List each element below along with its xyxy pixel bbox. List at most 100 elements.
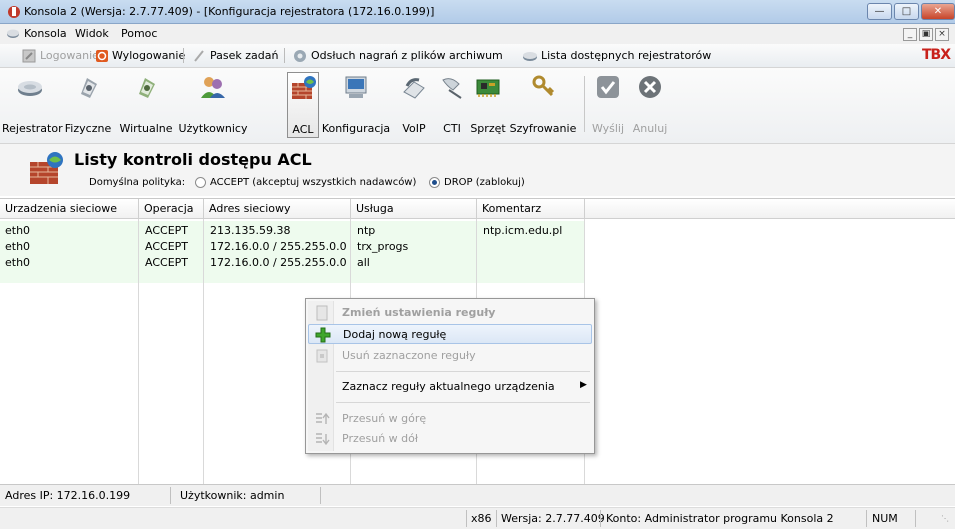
toolbar-label: Rejestrator	[2, 122, 63, 135]
menu-widok[interactable]: Widok	[75, 27, 109, 40]
recorders-list-icon	[523, 52, 537, 61]
taskbar-icon	[194, 50, 204, 62]
tbx-logo: TBX	[922, 47, 951, 63]
encryption-icon	[532, 75, 555, 97]
status-account: Konto: Administrator programu Konsola 2	[606, 512, 834, 525]
connection-status-bar: Adres IP: 172.16.0.199 Użytkownik: admin	[0, 484, 955, 506]
toolbar-button-rejestrator[interactable]: Rejestrator	[2, 72, 63, 138]
toolbar-button-uzytkownicy[interactable]: Użytkownicy	[177, 72, 249, 138]
status-separator	[866, 510, 867, 527]
cell-device: eth0	[5, 256, 31, 269]
menu-item-label: Zmień ustawienia reguły	[342, 306, 496, 319]
toolbar-button-fizyczne[interactable]: Fizyczne	[60, 72, 116, 138]
column-header-device[interactable]: Urzadzenia sieciowe	[0, 199, 139, 219]
menu-konsola[interactable]: Konsola	[24, 27, 67, 40]
toolbar-label: CTI	[443, 122, 461, 135]
virtual-channels-icon	[139, 78, 155, 98]
toolbar-button-voip[interactable]: VoIP	[396, 72, 432, 138]
recorder-menu-icon	[7, 29, 19, 38]
quick-bar: Logowanie Wylogowanie Pasek zadań Odsłuc…	[0, 44, 955, 68]
title-bar: Konsola 2 (Wersja: 2.7.77.409) - [Konfig…	[0, 0, 955, 24]
drop-policy-label[interactable]: DROP (zablokuj)	[444, 177, 525, 188]
cell-service: ntp	[357, 224, 376, 237]
status-separator	[915, 510, 916, 527]
menu-item-move-down[interactable]: Przesuń w dół	[308, 429, 592, 449]
accept-policy-radio[interactable]	[195, 177, 206, 188]
submenu-arrow-icon: ▶	[580, 380, 587, 390]
column-header-service[interactable]: Usługa	[351, 199, 477, 219]
cell-device: eth0	[5, 224, 31, 237]
table-row[interactable]: eth0 ACCEPT 172.16.0.0 / 255.255.0.0 all	[0, 256, 585, 270]
toolbar-button-szyfrowanie[interactable]: Szyfrowanie	[508, 72, 578, 138]
column-header-filler	[585, 199, 955, 219]
configuration-icon	[345, 76, 367, 98]
column-header-operation[interactable]: Operacja	[139, 199, 204, 219]
toolbar-button-konfiguracja[interactable]: Konfiguracja	[320, 72, 392, 138]
hardware-icon	[476, 79, 500, 97]
close-button[interactable]: ✕	[921, 3, 955, 20]
toolbar-label: Sprzęt	[470, 122, 506, 135]
toolbar-label: VoIP	[402, 122, 426, 135]
cell-comment: ntp.icm.edu.pl	[483, 224, 563, 237]
recorders-list-button[interactable]: Lista dostępnych rejestratorów	[541, 49, 711, 62]
toolbar-label: ACL	[292, 123, 314, 136]
physical-channels-icon	[81, 78, 97, 98]
toolbar-separator	[183, 48, 184, 63]
toolbar-separator	[584, 76, 585, 132]
move-up-icon	[316, 412, 330, 424]
acl-header: Listy kontroli dostępu ACL Domyślna poli…	[0, 144, 955, 196]
window-title: Konsola 2 (Wersja: 2.7.77.409) - [Konfig…	[24, 5, 435, 18]
add-icon	[315, 327, 331, 343]
logout-button[interactable]: Wylogowanie	[112, 49, 185, 62]
status-separator	[496, 510, 497, 527]
table-row[interactable]: eth0 ACCEPT 172.16.0.0 / 255.255.0.0 trx…	[0, 240, 585, 254]
maximize-button[interactable]: □	[894, 3, 919, 20]
accept-policy-label[interactable]: ACCEPT (akceptuj wszystkich nadawców)	[210, 177, 416, 188]
toolbar-button-sprzet[interactable]: Sprzęt	[470, 72, 506, 138]
toolbar-button-wirtualne[interactable]: Wirtualne	[118, 72, 174, 138]
menu-item-delete-rules[interactable]: Usuń zaznaczone reguły	[308, 346, 592, 366]
cell-address: 172.16.0.0 / 255.255.0.0	[210, 240, 347, 253]
menu-item-add-rule[interactable]: Dodaj nową regułę	[308, 324, 592, 344]
voip-icon	[403, 78, 425, 99]
menu-pomoc[interactable]: Pomoc	[121, 27, 157, 40]
menu-item-select-device-rules[interactable]: Zaznacz reguły aktualnego urządzenia ▶	[308, 377, 592, 397]
users-icon	[201, 77, 225, 98]
send-icon	[597, 76, 619, 98]
cell-operation: ACCEPT	[145, 240, 188, 253]
mdi-close-button[interactable]: ×	[935, 28, 949, 41]
column-header-address[interactable]: Adres sieciowy	[204, 199, 351, 219]
mdi-minimize-button[interactable]: _	[903, 28, 917, 41]
minimize-button[interactable]: —	[867, 3, 892, 20]
delete-rule-icon	[316, 349, 328, 363]
column-header-comment[interactable]: Komentarz	[477, 199, 585, 219]
main-toolbar: Rejestrator Fizyczne Wirtualne Użytkowni…	[0, 68, 955, 144]
cell-operation: ACCEPT	[145, 224, 188, 237]
playback-button[interactable]: Odsłuch nagrań z plików archiwum	[311, 49, 503, 62]
menu-item-move-up[interactable]: Przesuń w górę	[308, 409, 592, 429]
app-status-bar: x86 Wersja: 2.7.77.409 Konto: Administra…	[0, 507, 955, 529]
toolbar-button-cti[interactable]: CTI	[435, 72, 469, 138]
login-button[interactable]: Logowanie	[40, 49, 99, 62]
firewall-icon	[292, 76, 316, 99]
resize-grip-icon[interactable]: ⋱	[941, 514, 949, 523]
toolbar-button-anuluj[interactable]: Anuluj	[630, 72, 670, 138]
policy-label: Domyślna polityka:	[89, 177, 186, 188]
toolbar-button-acl[interactable]: ACL	[287, 72, 319, 138]
taskbar-button[interactable]: Pasek zadań	[210, 49, 278, 62]
cti-icon	[442, 78, 462, 99]
mdi-restore-button[interactable]: ▣	[919, 28, 933, 41]
toolbar-button-wyslij[interactable]: Wyślij	[588, 72, 628, 138]
cancel-icon	[639, 76, 661, 98]
toolbar-separator	[284, 48, 285, 63]
drop-policy-radio[interactable]	[429, 177, 440, 188]
toolbar-label: Fizyczne	[64, 122, 112, 135]
status-num-lock: NUM	[872, 512, 898, 525]
cell-service: trx_progs	[357, 240, 409, 253]
status-separator	[170, 487, 171, 504]
menu-separator	[336, 402, 590, 403]
menu-item-edit-rule[interactable]: Zmień ustawienia reguły	[308, 303, 592, 323]
table-row[interactable]: eth0 ACCEPT 213.135.59.38 ntp ntp.icm.ed…	[0, 224, 585, 238]
status-separator	[466, 510, 467, 527]
cell-device: eth0	[5, 240, 31, 253]
